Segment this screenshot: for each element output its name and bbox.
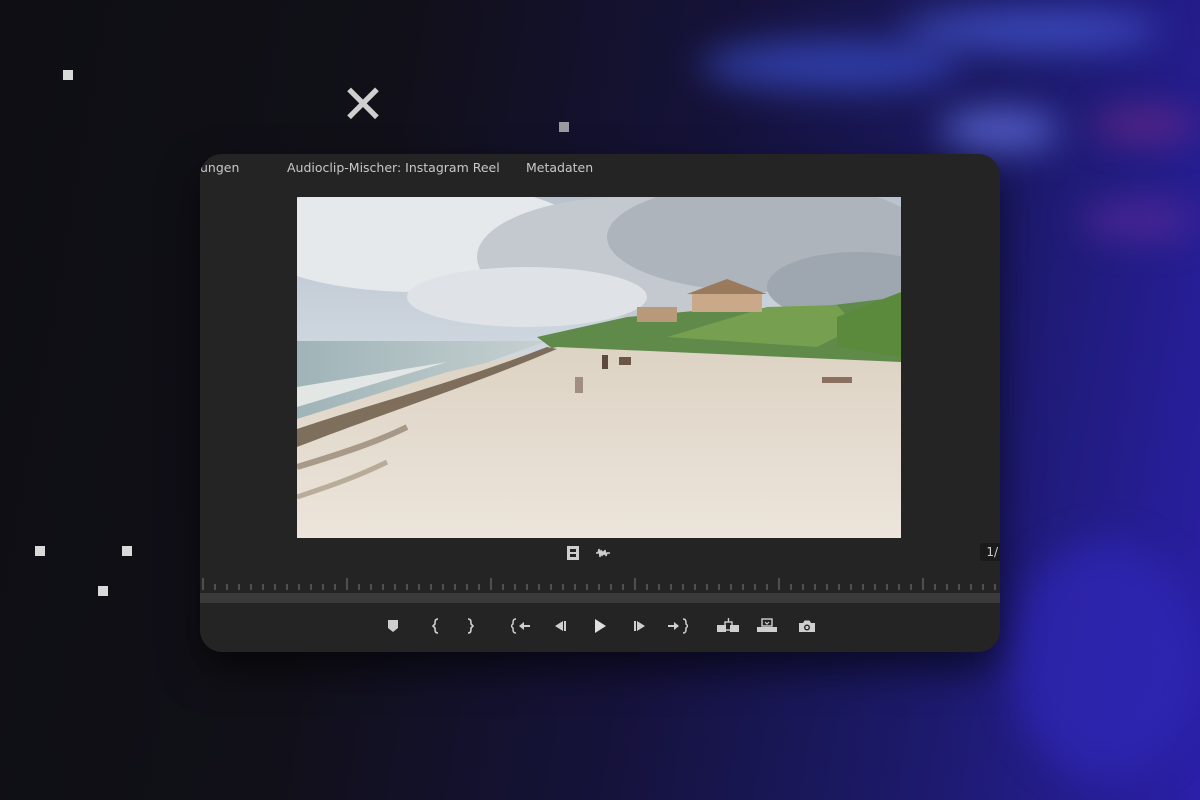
playhead-track[interactable] [200,593,1000,603]
program-monitor-panel: ungen Audioclip-Mischer: Instagram Reel … [200,154,1000,652]
insert-icon[interactable] [715,614,741,638]
deco-square [122,546,132,556]
bg-glow [1010,540,1200,780]
deco-square [35,546,45,556]
go-to-in-icon[interactable] [509,614,533,638]
deco-square [63,70,73,80]
deco-square [98,586,108,596]
close-icon[interactable]: ✕ [338,78,388,132]
bg-glow [1080,200,1200,240]
video-preview [297,197,901,538]
bg-glow [900,10,1160,50]
bg-glow [940,110,1060,150]
overwrite-icon[interactable] [754,614,780,638]
film-clip-icon[interactable] [565,545,581,561]
bg-glow [1090,110,1200,140]
tab-audioclip-mixer[interactable]: Audioclip-Mischer: Instagram Reel [287,160,500,175]
deco-square [559,122,569,132]
tab-partial[interactable]: ungen [200,160,239,175]
tab-metadata[interactable]: Metadaten [526,160,593,175]
monitor-small-tools [565,545,611,561]
camera-icon[interactable] [795,614,819,638]
beach-scene [297,197,901,538]
mark-in-icon[interactable] [424,614,448,638]
play-icon[interactable] [588,614,612,638]
panel-tabs: ungen Audioclip-Mischer: Instagram Reel … [200,154,1000,184]
step-forward-icon[interactable] [628,614,652,638]
go-to-out-icon[interactable] [666,614,690,638]
time-ruler[interactable] [200,574,1000,592]
transport-controls [200,614,1000,638]
bg-glow [700,40,960,90]
step-back-icon[interactable] [548,614,572,638]
background-stage: ✕ ungen Audioclip-Mischer: Instagram Ree… [0,0,1200,800]
add-marker-icon[interactable] [381,614,405,638]
audio-waveform-icon[interactable] [595,545,611,561]
timecode-fraction[interactable]: 1/ [980,543,1000,561]
mark-out-icon[interactable] [458,614,482,638]
